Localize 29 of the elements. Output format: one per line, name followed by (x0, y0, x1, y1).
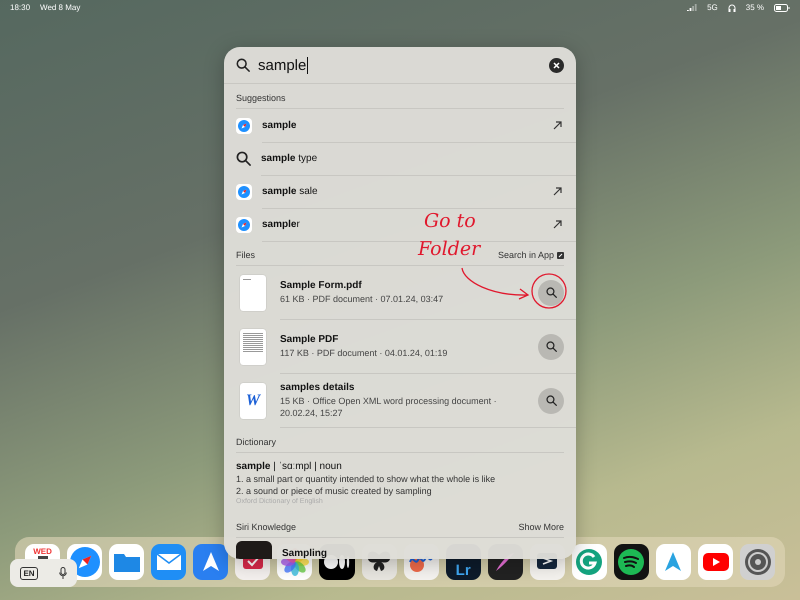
show-more-link[interactable]: Show More (518, 522, 564, 532)
section-header: Dictionary (236, 437, 276, 447)
result-title[interactable]: Sampling (282, 548, 328, 558)
language-button[interactable]: EN (20, 566, 38, 580)
file-details: 15 KB · Office Open XML word processing document · 20.02.24, 15:27 (280, 394, 498, 420)
file-name[interactable]: samples details (280, 382, 538, 393)
suggestion-item[interactable]: sample (262, 120, 296, 130)
file-details: 61 KB · PDF document · 07.01.24, 03:47 (280, 292, 444, 306)
suggestion-item[interactable]: sampler (262, 218, 300, 230)
handwritten-note: Folder (418, 238, 480, 260)
search-in-app-link[interactable]: Search in App (498, 250, 564, 260)
suggestion-item[interactable]: sample type (261, 152, 318, 164)
date: Wed 8 May (40, 3, 80, 12)
section-header: Siri Knowledge (236, 522, 296, 532)
network-label: 5G (707, 3, 718, 12)
file-name[interactable]: Sample PDF (280, 334, 538, 345)
file-details: 117 KB · PDF document · 04.01.24, 01:19 (280, 346, 448, 360)
section-header: Files (236, 250, 256, 260)
handwritten-note: Go to (424, 210, 476, 232)
section-header: Suggestions (236, 93, 286, 103)
battery-level: 35 % (746, 3, 764, 12)
suggestion-item[interactable]: sample sale (262, 186, 318, 196)
dictionary-headword: sample | ˈsɑːmpl | noun (236, 461, 343, 472)
file-name[interactable]: Sample Form.pdf (280, 280, 538, 291)
definition-text: 2. a sound or piece of music created by sampling (236, 486, 433, 496)
definition-text: 1. a small part or quantity intended to show what the whole is like (236, 474, 496, 484)
time: 18:30 (10, 3, 30, 12)
word-document-icon: W (240, 383, 266, 419)
search-field[interactable]: sample (258, 56, 541, 74)
